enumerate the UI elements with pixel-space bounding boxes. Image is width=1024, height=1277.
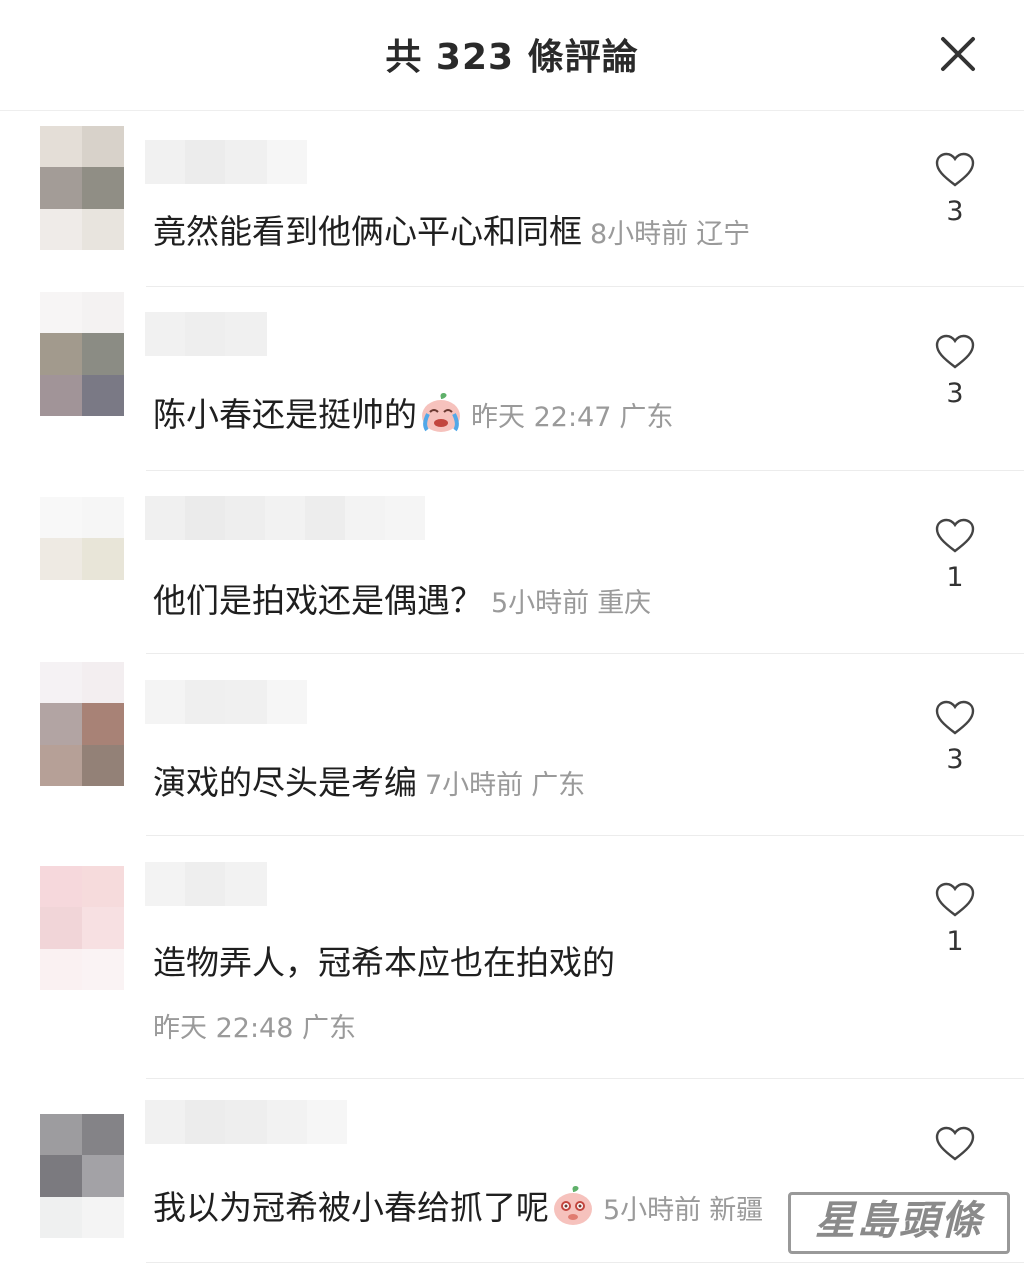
avatar-pixel: [40, 333, 82, 375]
like-button[interactable]: 3: [934, 334, 976, 409]
avatar-pixel: [82, 374, 124, 416]
comment-region: 新疆: [709, 1195, 764, 1226]
divider: [146, 1078, 1024, 1079]
comment-time: 8小時前: [590, 219, 689, 250]
username-blurred[interactable]: [145, 140, 307, 184]
avatar-pixel: [82, 538, 124, 580]
avatar-pixel: [82, 1114, 124, 1156]
crying-peach-emoji: [419, 390, 463, 434]
heart-outline-icon: [935, 1126, 975, 1161]
comment-text: 演戏的尽头是考编 7小時前 广东: [153, 763, 586, 802]
like-button[interactable]: 1: [934, 518, 976, 593]
avatar[interactable]: [40, 866, 124, 990]
comment-text: 造物弄人，冠希本应也在拍戏的: [153, 943, 615, 982]
comment-text: 陈小春还是挺帅的 昨天 22:47 广东: [153, 388, 673, 436]
username-blurred[interactable]: [145, 862, 267, 906]
avatar-pixel: [82, 208, 124, 250]
avatar-pixel: [40, 208, 82, 250]
comment-region: 辽宁: [696, 219, 751, 250]
avatar-pixel: [82, 1155, 124, 1197]
avatar-pixel: [82, 948, 124, 990]
comment-time: 5小時前: [603, 1195, 702, 1226]
like-button[interactable]: 3: [934, 700, 976, 775]
comment-time: 5小時前: [491, 588, 590, 619]
username-blurred[interactable]: [145, 680, 307, 724]
avatar-pixel: [82, 662, 124, 704]
avatar[interactable]: [40, 497, 124, 621]
avatar-pixel: [40, 948, 82, 990]
comment-text: 我以为冠希被小春给抓了呢 5小時前 新疆: [153, 1181, 763, 1229]
close-icon[interactable]: [938, 34, 978, 74]
comment-region: 重庆: [597, 588, 652, 619]
avatar-pixel: [40, 744, 82, 786]
comment-region: 广东: [531, 770, 586, 801]
avatar-pixel: [40, 579, 82, 621]
avatar-pixel: [82, 579, 124, 621]
avatar-pixel: [82, 126, 124, 168]
avatar-pixel: [40, 1196, 82, 1238]
divider: [146, 286, 1024, 287]
comment-count-title: 共 323 條評論: [385, 37, 639, 78]
comment-time: 昨天 22:48: [153, 1013, 294, 1044]
avatar-pixel: [40, 374, 82, 416]
heart-outline-icon: [935, 152, 975, 187]
like-button[interactable]: [934, 1126, 976, 1170]
comment-text: 他们是拍戏还是偶遇？ 5小時前 重庆: [153, 581, 652, 620]
divider: [146, 835, 1024, 836]
avatar-pixel: [40, 167, 82, 209]
avatar-pixel: [40, 662, 82, 704]
avatar[interactable]: [40, 662, 124, 786]
avatar[interactable]: [40, 1114, 124, 1238]
avatar-pixel: [82, 907, 124, 949]
avatar-pixel: [40, 292, 82, 334]
like-count: 1: [946, 562, 964, 593]
comment-meta: 昨天 22:48 广东: [153, 1006, 356, 1045]
username-blurred[interactable]: [145, 496, 425, 540]
avatar-pixel: [40, 126, 82, 168]
avatar-pixel: [40, 866, 82, 908]
heart-outline-icon: [935, 334, 975, 369]
avatar-pixel: [40, 1155, 82, 1197]
heart-outline-icon: [935, 882, 975, 917]
avatar-pixel: [82, 167, 124, 209]
avatar-pixel: [82, 497, 124, 539]
comments-header: 共 323 條評論: [0, 0, 1024, 111]
heart-outline-icon: [935, 700, 975, 735]
avatar[interactable]: [40, 292, 124, 416]
avatar-pixel: [82, 866, 124, 908]
comment-region: 广东: [302, 1013, 356, 1044]
comment-region: 广东: [619, 402, 674, 433]
avatar-pixel: [40, 703, 82, 745]
username-blurred[interactable]: [145, 312, 267, 356]
avatar-pixel: [82, 292, 124, 334]
like-count: 3: [946, 378, 964, 409]
divider: [146, 653, 1024, 654]
heart-outline-icon: [935, 518, 975, 553]
comment-time: 7小時前: [425, 770, 524, 801]
username-blurred[interactable]: [145, 1100, 347, 1144]
like-count: 3: [946, 196, 964, 227]
like-button[interactable]: 3: [934, 152, 976, 227]
comment-time: 昨天 22:47: [471, 402, 612, 433]
divider: [146, 1262, 1024, 1263]
avatar[interactable]: [40, 126, 124, 250]
watermark-logo: 星島頭條: [788, 1192, 1010, 1254]
like-count: 1: [946, 926, 964, 957]
avatar-pixel: [40, 538, 82, 580]
like-button[interactable]: 1: [934, 882, 976, 957]
avatar-pixel: [82, 744, 124, 786]
like-count: 3: [946, 744, 964, 775]
divider: [146, 470, 1024, 471]
shy-peach-emoji: [551, 1183, 595, 1227]
avatar-pixel: [40, 497, 82, 539]
avatar-pixel: [82, 1196, 124, 1238]
comment-text: 竟然能看到他俩心平心和同框 8小時前 辽宁: [153, 212, 751, 251]
avatar-pixel: [82, 703, 124, 745]
avatar-pixel: [82, 333, 124, 375]
avatar-pixel: [40, 1114, 82, 1156]
avatar-pixel: [40, 907, 82, 949]
